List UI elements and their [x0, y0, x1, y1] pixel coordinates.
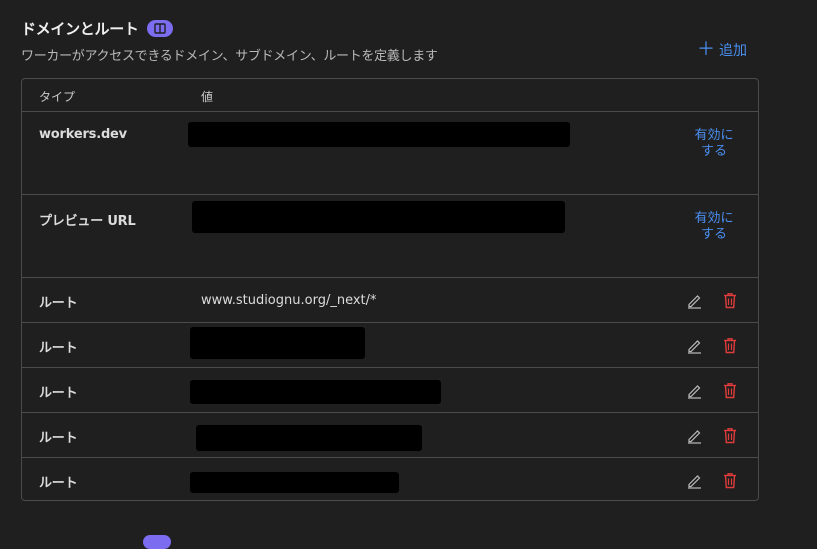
edit-icon[interactable]	[684, 335, 704, 355]
add-button[interactable]: ＋ 追加	[697, 40, 747, 60]
section-subtitle: ワーカーがアクセスできるドメイン、サブドメイン、ルートを定義します	[21, 49, 438, 64]
redacted-value	[192, 201, 565, 233]
row-value: www.studiognu.org/_next/*	[201, 293, 377, 308]
column-type: タイプ	[39, 90, 76, 104]
section-title: ドメインとルート	[21, 20, 139, 38]
trash-icon[interactable]	[720, 425, 740, 445]
title-row: ドメインとルート	[21, 18, 438, 39]
book-icon[interactable]	[146, 20, 173, 37]
table-row: プレビュー URL 有効にする	[22, 195, 758, 278]
row-type: workers.dev	[39, 127, 127, 142]
row-type: ルート	[39, 386, 78, 401]
table-row: ルート	[22, 323, 758, 368]
edit-icon[interactable]	[684, 425, 704, 445]
table-row: workers.dev 有効にする	[22, 112, 758, 195]
redacted-value	[190, 380, 441, 404]
table-row: ルート	[22, 368, 758, 413]
edit-icon[interactable]	[684, 380, 704, 400]
trash-icon[interactable]	[720, 335, 740, 355]
redacted-value	[190, 327, 365, 359]
table-row: ルート www.studiognu.org/_next/*	[22, 278, 758, 323]
column-value: 値	[201, 90, 214, 104]
edit-icon[interactable]	[684, 470, 704, 490]
plus-icon: ＋	[697, 39, 715, 60]
domains-routes-table: タイプ 値 workers.dev 有効にする プレビュー URL 有効にする …	[21, 78, 759, 501]
add-button-label: 追加	[719, 43, 747, 59]
trash-icon[interactable]	[720, 470, 740, 490]
row-type: ルート	[39, 296, 78, 311]
trash-icon[interactable]	[720, 290, 740, 310]
enable-link[interactable]: 有効にする	[692, 128, 736, 160]
trash-icon[interactable]	[720, 380, 740, 400]
section-header: ドメインとルート ワーカーがアクセスできるドメイン、サブドメイン、ルートを定義し…	[21, 18, 438, 64]
enable-link[interactable]: 有効にする	[692, 211, 736, 243]
edit-icon[interactable]	[684, 290, 704, 310]
table-row: ルート	[22, 458, 758, 501]
row-type: ルート	[39, 341, 78, 356]
redacted-value	[188, 122, 570, 147]
row-type: ルート	[39, 431, 78, 446]
redacted-value	[196, 425, 422, 451]
row-type: ルート	[39, 476, 78, 491]
next-section-badge	[143, 535, 171, 549]
table-header: タイプ 値	[22, 79, 758, 112]
redacted-value	[190, 472, 399, 493]
row-type: プレビュー URL	[39, 214, 136, 229]
table-row: ルート	[22, 413, 758, 458]
